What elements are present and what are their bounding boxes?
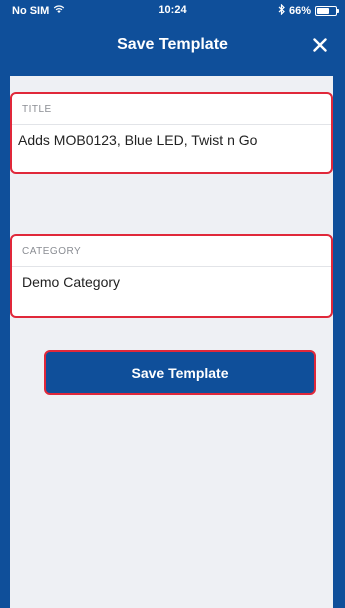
nav-bar: Save Template [0,22,345,76]
battery-percent: 66% [288,5,311,17]
page-title: Save Template [117,36,228,53]
status-bar: No SIM 10:24 66% [0,0,345,22]
field-divider [12,124,331,125]
title-field-label: TITLE [22,104,52,115]
field-divider [12,266,331,267]
form-content: TITLE Adds MOB0123, Blue LED, Twist n Go… [10,76,333,608]
title-input[interactable]: Adds MOB0123, Blue LED, Twist n Go [18,132,327,148]
battery-icon [315,6,339,16]
close-button[interactable] [307,32,333,58]
category-field[interactable]: CATEGORY Demo Category [10,234,333,318]
save-template-button[interactable]: Save Template [44,350,316,395]
close-icon [313,38,327,52]
title-field[interactable]: TITLE Adds MOB0123, Blue LED, Twist n Go [10,92,333,174]
device-screen: No SIM 10:24 66% Save Template TITLE Add… [0,0,345,608]
battery-level [317,8,329,14]
bluetooth-icon [278,3,285,18]
status-right: 66% [278,3,339,18]
category-field-label: CATEGORY [22,246,82,257]
category-input[interactable]: Demo Category [22,274,327,290]
